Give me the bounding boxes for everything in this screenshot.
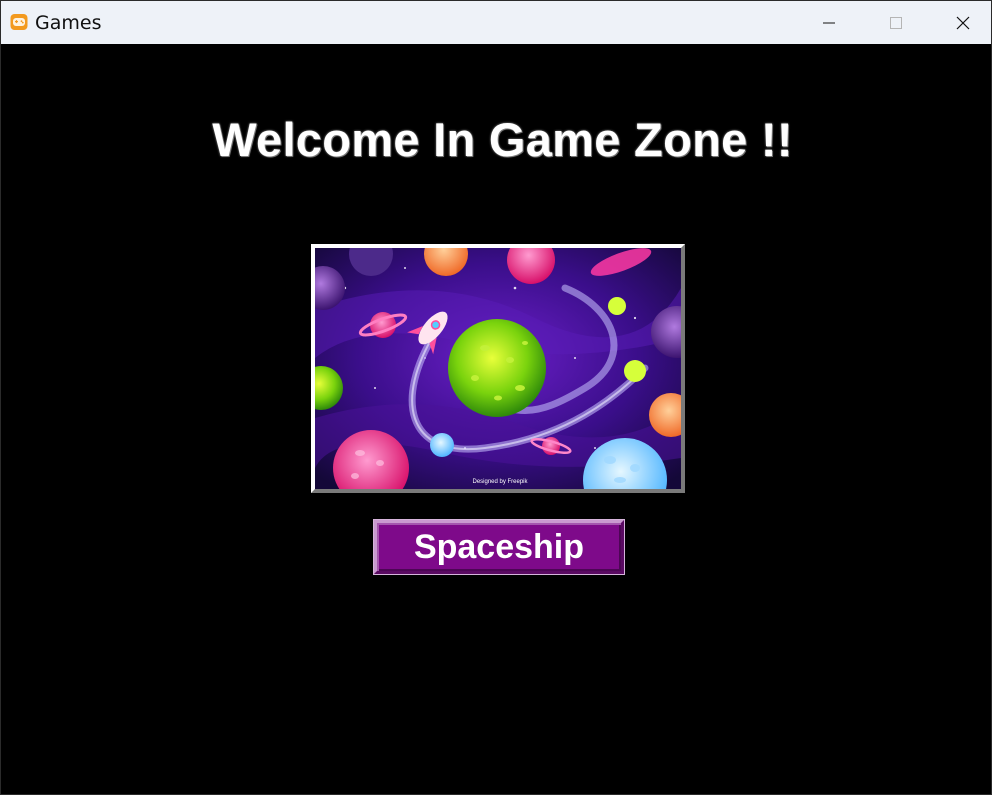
main-content: Welcome In Game Zone !! Designed by Free… xyxy=(1,44,991,794)
close-button[interactable] xyxy=(930,1,992,44)
maximize-button[interactable] xyxy=(863,1,929,44)
minimize-icon xyxy=(823,22,835,23)
spaceship-game-button[interactable]: Spaceship xyxy=(374,520,624,574)
game-thumbnail[interactable]: Designed by Freepik xyxy=(311,244,685,493)
space-illustration: Designed by Freepik xyxy=(315,248,681,489)
gamepad-icon xyxy=(10,14,28,30)
close-icon xyxy=(956,16,970,29)
minimize-button[interactable] xyxy=(796,1,862,44)
page-title: Welcome In Game Zone !! xyxy=(212,113,793,166)
title-bar[interactable]: Games xyxy=(1,1,991,44)
window-title: Games xyxy=(35,12,102,34)
maximize-icon xyxy=(890,16,902,29)
app-window: Games Welcome In Game Zone !! Designed b… xyxy=(0,0,992,795)
image-caption: Designed by Freepik xyxy=(472,479,528,485)
